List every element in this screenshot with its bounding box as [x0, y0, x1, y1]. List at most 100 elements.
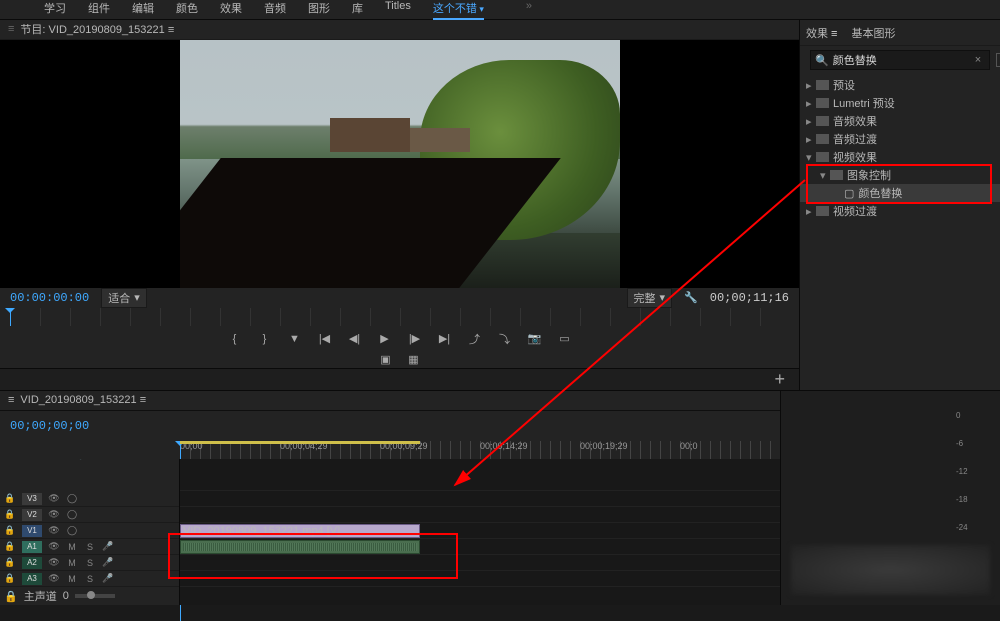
overwrite-icon[interactable]: ▦: [406, 352, 422, 368]
insert-icon[interactable]: ▣: [378, 352, 394, 368]
m-button[interactable]: M: [66, 542, 78, 552]
mute-icon[interactable]: 👁: [48, 557, 60, 568]
tree-item-color-replace[interactable]: ▢颜色替换: [800, 184, 1000, 202]
comparison-icon[interactable]: ▭: [557, 331, 573, 347]
track-tag[interactable]: V3: [22, 493, 42, 505]
mute-icon[interactable]: 👁: [48, 541, 60, 552]
add-button-icon[interactable]: +: [774, 369, 785, 390]
sync-lock-icon[interactable]: ◯: [66, 509, 78, 520]
s-button[interactable]: S: [84, 542, 96, 552]
s-button[interactable]: S: [84, 574, 96, 584]
tree-item-lumetri-presets[interactable]: ▸Lumetri 预设: [800, 94, 1000, 112]
clear-search-icon[interactable]: ×: [975, 54, 981, 66]
track-header-v3[interactable]: 🔒 V3 👁 ◯: [0, 491, 179, 507]
lock-icon[interactable]: 🔒: [4, 509, 16, 520]
track-header-a1[interactable]: 🔒 A1 👁 MS 🎤: [0, 539, 179, 555]
tree-item-presets[interactable]: ▸预设: [800, 76, 1000, 94]
video-clip[interactable]: VID_20190809_153221.mp4 [V]: [180, 524, 420, 538]
track-tag[interactable]: A2: [22, 557, 42, 569]
s-button[interactable]: S: [84, 558, 96, 568]
track-header-v1[interactable]: 🔒 V1 👁 ◯: [0, 523, 179, 539]
audio-clip[interactable]: [180, 540, 420, 554]
go-to-out-icon[interactable]: ▶|: [437, 331, 453, 347]
step-back-icon[interactable]: ◀|: [347, 331, 363, 347]
master-track-header[interactable]: 🔒主声道0: [0, 587, 179, 605]
tree-item-video-transitions[interactable]: ▸视频过渡: [800, 202, 1000, 220]
track-tag[interactable]: V2: [22, 509, 42, 521]
add-marker-icon[interactable]: ▼: [287, 331, 303, 347]
timeline-ruler[interactable]: 00;00 00;00;04;29 00;00;09;29 00;00;14;2…: [0, 441, 780, 459]
lane-a2[interactable]: [180, 555, 780, 571]
program-scrubber[interactable]: [10, 308, 789, 326]
eye-icon[interactable]: 👁: [48, 525, 60, 536]
mic-icon[interactable]: 🎤: [102, 557, 114, 568]
extract-icon[interactable]: ⤵: [497, 331, 513, 347]
tree-item-audio-transitions[interactable]: ▸音频过渡: [800, 130, 1000, 148]
export-frame-icon[interactable]: 📷: [527, 331, 543, 347]
mic-icon[interactable]: 🎤: [102, 573, 114, 584]
master-volume-slider[interactable]: [75, 594, 115, 598]
track-header-v2[interactable]: 🔒 V2 👁 ◯: [0, 507, 179, 523]
go-to-in-icon[interactable]: |◀: [317, 331, 333, 347]
timeline-lanes[interactable]: VID_20190809_153221.mp4 [V]: [180, 459, 780, 605]
sync-lock-icon[interactable]: ◯: [66, 525, 78, 536]
lane-v2[interactable]: [180, 507, 780, 523]
lock-icon[interactable]: 🔒: [4, 557, 16, 568]
step-forward-icon[interactable]: |▶: [407, 331, 423, 347]
track-tag[interactable]: V1: [22, 525, 42, 537]
playback-quality-dropdown[interactable]: 完整 ▾: [627, 288, 673, 308]
effects-tab[interactable]: 效果 ≡: [806, 25, 837, 41]
zoom-fit-dropdown[interactable]: 适合 ▾: [101, 288, 147, 308]
workspace-tab-active[interactable]: 这个不错: [433, 0, 484, 20]
mic-icon[interactable]: 🎤: [102, 541, 114, 552]
work-area-bar[interactable]: [180, 441, 420, 444]
lock-icon[interactable]: 🔒: [4, 573, 16, 584]
workspace-tab[interactable]: 效果: [220, 0, 242, 20]
track-header-a2[interactable]: 🔒 A2 👁 MS 🎤: [0, 555, 179, 571]
track-tag[interactable]: A3: [22, 573, 42, 585]
lock-icon[interactable]: 🔒: [4, 541, 16, 552]
lane-a3[interactable]: [180, 571, 780, 587]
lock-icon[interactable]: 🔒: [4, 525, 16, 536]
m-button[interactable]: M: [66, 574, 78, 584]
accelerated-filter-icon[interactable]: [996, 53, 1000, 67]
panel-menu-icon[interactable]: ≡: [8, 394, 14, 406]
tree-item-audio-effects[interactable]: ▸音频效果: [800, 112, 1000, 130]
sync-lock-icon[interactable]: ◯: [66, 493, 78, 504]
workspace-tab[interactable]: 图形: [308, 0, 330, 20]
workspace-tab[interactable]: 颜色: [176, 0, 198, 20]
track-header-a3[interactable]: 🔒 A3 👁 MS 🎤: [0, 571, 179, 587]
workspace-tab[interactable]: 音频: [264, 0, 286, 20]
settings-wrench-icon[interactable]: 🔧: [684, 291, 698, 304]
video-preview[interactable]: [0, 40, 799, 288]
lane-v1[interactable]: VID_20190809_153221.mp4 [V]: [180, 523, 780, 539]
effects-search-box[interactable]: 🔍 ×: [810, 50, 990, 70]
track-tag[interactable]: A1: [22, 541, 42, 553]
eye-icon[interactable]: 👁: [48, 509, 60, 520]
playhead-timecode[interactable]: 00:00:00:00: [10, 291, 89, 305]
lock-icon[interactable]: 🔒: [4, 493, 16, 504]
lane-a1[interactable]: [180, 539, 780, 555]
overflow-chevron-icon[interactable]: »: [526, 0, 532, 20]
lock-icon[interactable]: 🔒: [4, 590, 18, 603]
program-tab-title[interactable]: 节目: VID_20190809_153221 ≡: [20, 21, 174, 37]
lane-v3[interactable]: [180, 491, 780, 507]
play-icon[interactable]: ▶: [377, 331, 393, 347]
mark-in-icon[interactable]: {: [227, 331, 243, 347]
mark-out-icon[interactable]: }: [257, 331, 273, 347]
workspace-tab[interactable]: 组件: [88, 0, 110, 20]
panel-menu-icon[interactable]: ≡: [8, 23, 14, 35]
eye-icon[interactable]: 👁: [48, 493, 60, 504]
m-button[interactable]: M: [66, 558, 78, 568]
workspace-tab[interactable]: 库: [352, 0, 363, 20]
workspace-tab[interactable]: 编辑: [132, 0, 154, 20]
workspace-tab[interactable]: Titles: [385, 0, 411, 20]
timeline-timecode[interactable]: 00;00;00;00: [10, 419, 89, 433]
lift-icon[interactable]: ⤴: [467, 331, 483, 347]
workspace-tab[interactable]: 学习: [44, 0, 66, 20]
tree-item-video-effects[interactable]: ▾视频效果: [800, 148, 1000, 166]
effects-search-input[interactable]: [833, 54, 975, 66]
tree-item-image-control[interactable]: ▾图象控制: [800, 166, 1000, 184]
mute-icon[interactable]: 👁: [48, 573, 60, 584]
essential-graphics-tab[interactable]: 基本图形: [851, 25, 895, 41]
